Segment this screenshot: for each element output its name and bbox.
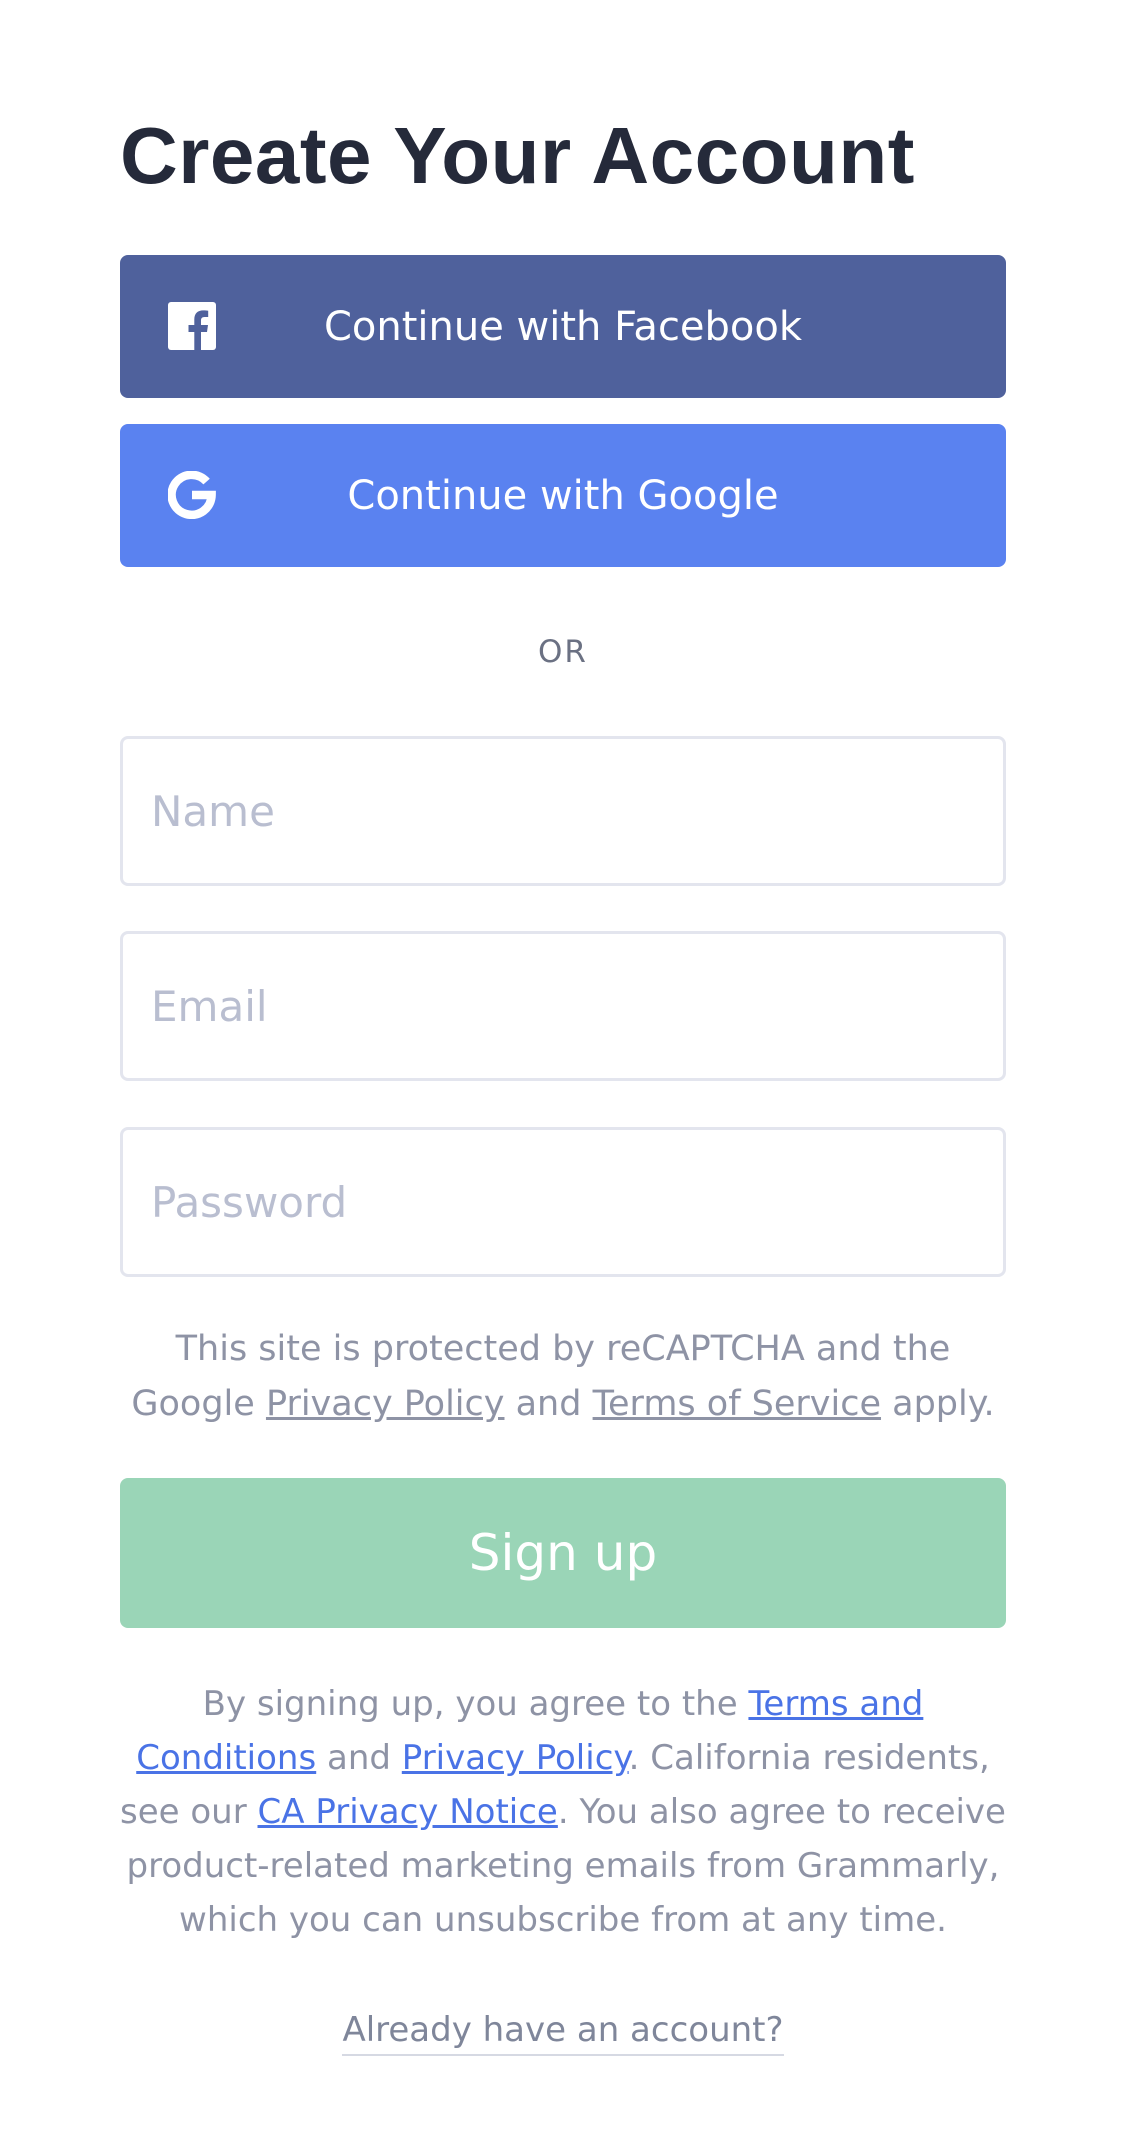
- google-terms-link[interactable]: Terms of Service: [593, 1384, 881, 1424]
- terms-text: and: [316, 1738, 402, 1778]
- google-button-label: Continue with Google: [347, 472, 779, 519]
- terms-text: By signing up, you agree to the: [202, 1684, 749, 1724]
- signup-button[interactable]: Sign up: [120, 1478, 1006, 1628]
- facebook-button-label: Continue with Facebook: [323, 303, 803, 350]
- page-title: Create Your Account: [120, 111, 915, 200]
- terms-notice: By signing up, you agree to the Terms an…: [120, 1677, 1006, 1947]
- google-icon: [168, 471, 216, 519]
- name-input[interactable]: [120, 736, 1006, 886]
- facebook-signup-button[interactable]: Continue with Facebook: [120, 255, 1006, 398]
- or-divider: OR: [538, 634, 588, 670]
- google-signup-button[interactable]: Continue with Google: [120, 424, 1006, 567]
- login-link-row: Already have an account?: [120, 2010, 1006, 2056]
- facebook-icon: [168, 302, 216, 350]
- google-privacy-policy-link[interactable]: Privacy Policy: [266, 1384, 505, 1424]
- login-link[interactable]: Already have an account?: [342, 2010, 784, 2056]
- recaptcha-text: apply.: [881, 1384, 995, 1424]
- ca-privacy-notice-link[interactable]: CA Privacy Notice: [258, 1792, 558, 1832]
- email-input[interactable]: [120, 931, 1006, 1081]
- recaptcha-text: and: [504, 1384, 593, 1424]
- privacy-policy-link[interactable]: Privacy Policy: [402, 1738, 629, 1778]
- password-input[interactable]: [120, 1127, 1006, 1277]
- recaptcha-notice: This site is protected by reCAPTCHA and …: [120, 1322, 1006, 1432]
